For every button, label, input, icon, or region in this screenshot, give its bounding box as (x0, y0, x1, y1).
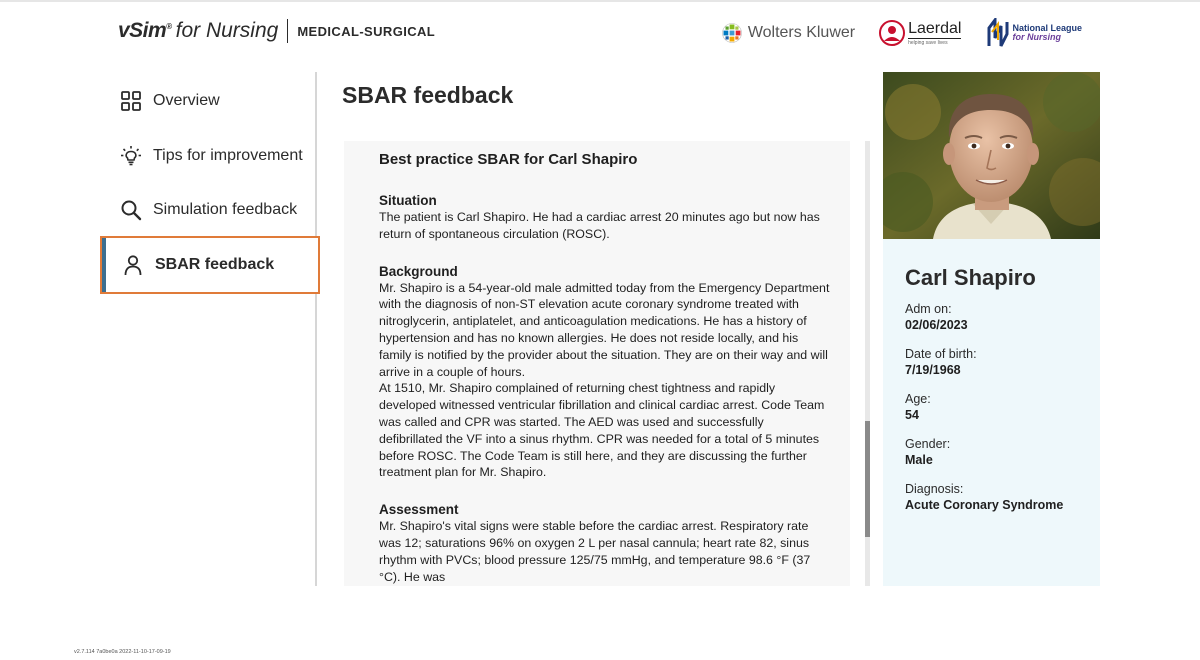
section-paragraph: The patient is Carl Shapiro. He had a ca… (379, 210, 820, 241)
laerdal-icon (879, 20, 906, 46)
sbar-section-background: Background Mr. Shapiro is a 54-year-old … (379, 263, 830, 482)
person-icon (124, 255, 142, 276)
field-label: Adm on: (905, 302, 952, 316)
nln-icon (987, 18, 1009, 47)
brand-separator (287, 19, 289, 43)
sidebar-item-label: Overview (153, 92, 220, 109)
sbar-section-assessment: Assessment Mr. Shapiro's vital signs wer… (379, 501, 830, 585)
sbar-document-title: Best practice SBAR for Carl Shapiro (379, 151, 638, 168)
brand-logo: vSim® for Nursing MEDICAL-SURGICAL (118, 16, 435, 46)
sbar-section-situation: Situation The patient is Carl Shapiro. H… (379, 192, 830, 243)
sidebar-item-sbar-feedback[interactable]: SBAR feedback (100, 236, 320, 294)
field-value: 7/19/1968 (905, 363, 961, 377)
section-heading: Background (379, 263, 458, 279)
nln-line2: for Nursing (1012, 32, 1061, 42)
field-label: Diagnosis: (905, 482, 964, 496)
sidebar-item-overview[interactable]: Overview (100, 73, 320, 129)
field-label: Date of birth: (905, 347, 977, 361)
scrollbar-thumb[interactable] (865, 421, 870, 537)
laerdal-logo: Laerdal helping save lives (879, 19, 962, 46)
wolters-kluwer-logo: Wolters Kluwer (722, 23, 855, 43)
laerdal-name: Laerdal (908, 19, 962, 39)
sidebar-item-simulation-feedback[interactable]: Simulation feedback (100, 182, 320, 238)
sidebar-item-label: SBAR feedback (155, 256, 275, 273)
field-value: Male (905, 453, 933, 467)
brand-module: MEDICAL-SURGICAL (297, 23, 436, 39)
field-label: Age: (905, 392, 931, 406)
section-heading: Situation (379, 193, 437, 208)
wolters-kluwer-text: Wolters Kluwer (747, 24, 856, 41)
patient-field-gender: Gender: Male (905, 436, 1078, 469)
patient-field-dob: Date of birth: 7/19/1968 (905, 346, 1078, 379)
patient-info-panel: Carl Shapiro Adm on: 02/06/2023 Date of … (883, 239, 1100, 586)
lightbulb-icon (121, 146, 141, 166)
brand-vsim: vSim® (118, 19, 172, 42)
patient-photo (883, 72, 1100, 239)
field-value: Acute Coronary Syndrome (905, 498, 1064, 512)
section-paragraph: Mr. Shapiro's vital signs were stable be… (379, 519, 811, 584)
grid-icon (121, 91, 141, 111)
section-paragraph: Mr. Shapiro is a 54-year-old male admitt… (379, 280, 830, 379)
patient-name: Carl Shapiro (905, 265, 1036, 290)
sidebar-item-label: Tips for improvement (153, 147, 303, 164)
sbar-content-panel[interactable]: Best practice SBAR for Carl Shapiro Situ… (344, 141, 850, 586)
laerdal-tagline: helping save lives (908, 39, 948, 46)
section-paragraph: At 1510, Mr. Shapiro complained of retur… (379, 381, 825, 480)
version-string: v2.7.114 7a0be0a 2022-11-10-17-09-19 (74, 649, 171, 655)
wolters-kluwer-icon (722, 23, 742, 43)
sidebar-item-tips[interactable]: Tips for improvement (100, 128, 320, 184)
sidebar-item-label: Simulation feedback (153, 201, 298, 218)
field-label: Gender: (905, 437, 951, 451)
patient-field-diagnosis: Diagnosis: Acute Coronary Syndrome (905, 481, 1078, 514)
field-value: 54 (905, 408, 919, 422)
sidebar-nav: Overview Tips for improvement Simulation… (100, 72, 320, 586)
partner-logos: Wolters Kluwer Laerdal helping save live… (722, 14, 1082, 52)
brand-for-nursing: for Nursing (175, 19, 279, 42)
patient-portrait-image (883, 72, 1100, 239)
top-divider (0, 0, 1200, 2)
content-scrollbar[interactable] (865, 141, 870, 586)
patient-field-age: Age: 54 (905, 391, 1078, 424)
page-title: SBAR feedback (342, 82, 514, 108)
nln-logo: National League for Nursing (987, 18, 1082, 48)
search-icon (121, 200, 142, 221)
field-value: 02/06/2023 (905, 318, 968, 332)
patient-field-admission: Adm on: 02/06/2023 (905, 301, 1078, 334)
section-heading: Assessment (379, 502, 459, 518)
